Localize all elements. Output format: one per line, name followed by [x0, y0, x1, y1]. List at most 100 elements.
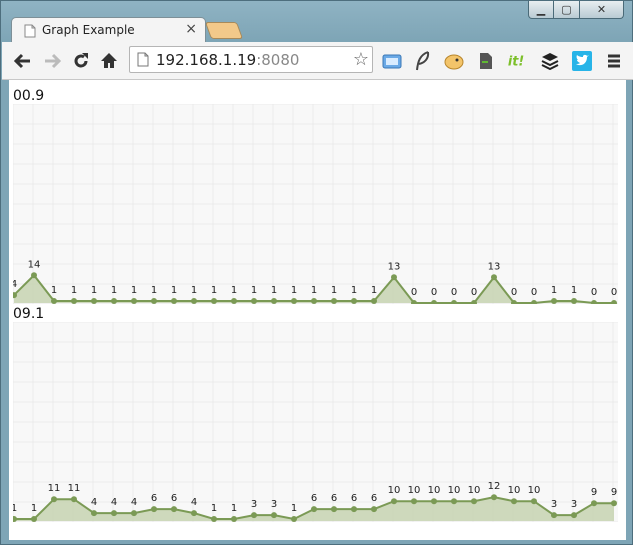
url-port: :8080 [256, 51, 300, 69]
data-label: 1 [111, 285, 117, 296]
data-point [311, 298, 317, 304]
data-label: 0 [451, 287, 457, 298]
data-label: 1 [271, 285, 277, 296]
data-point [471, 498, 477, 505]
feather-icon[interactable] [412, 50, 434, 72]
data-point [191, 510, 197, 517]
data-label: 1 [351, 285, 357, 296]
data-label: 1 [211, 285, 217, 296]
data-point [151, 506, 157, 513]
data-point [331, 506, 337, 513]
reload-icon[interactable] [71, 51, 91, 71]
data-point [191, 298, 197, 304]
data-point [111, 510, 117, 517]
data-label: 10 [388, 485, 401, 496]
data-label: 1 [91, 285, 97, 296]
evernote-icon[interactable] [474, 50, 496, 72]
data-label: 0 [591, 287, 597, 298]
data-point [251, 512, 257, 519]
data-label: 1 [51, 285, 57, 296]
data-label: 1 [291, 503, 297, 514]
data-label: 3 [551, 499, 557, 510]
data-label: 1 [31, 503, 37, 514]
data-point [131, 298, 137, 304]
menu-icon[interactable] [603, 50, 625, 72]
data-point [351, 506, 357, 513]
forward-icon[interactable] [42, 51, 62, 71]
data-point [551, 512, 557, 519]
bookmark-star-icon[interactable]: ☆ [353, 49, 369, 70]
data-label: 1 [551, 285, 557, 296]
data-label: 0 [431, 287, 437, 298]
data-point [171, 506, 177, 513]
graph-title: 09.1 [13, 306, 45, 322]
close-window-button[interactable]: ✕ [580, 1, 624, 19]
data-label: 1 [13, 503, 17, 514]
graph-title: 00.9 [13, 88, 45, 104]
data-label: 1 [151, 285, 157, 296]
puffer-icon[interactable] [443, 50, 465, 72]
data-point [271, 512, 277, 519]
data-label: 6 [371, 493, 377, 504]
data-point [491, 494, 497, 501]
data-point [91, 510, 97, 517]
data-label: 10 [448, 485, 461, 496]
address-bar[interactable]: 192.168.1.19:8080 ☆ [129, 46, 373, 73]
data-label: 1 [231, 503, 237, 514]
tab-close-icon[interactable]: × [185, 21, 197, 37]
area-chart: 1 111 114 4 4 6 6 41 1 3 3 16 6 6 610 10 10 10 10 12 10 103 39… [13, 322, 618, 522]
data-label: 4 [191, 497, 197, 508]
back-icon[interactable] [13, 51, 33, 71]
data-label: 0 [611, 287, 617, 298]
toolbar: 192.168.1.19:8080 ☆ it! [2, 42, 633, 80]
data-point [491, 274, 497, 281]
data-point [91, 298, 97, 304]
scoopit-icon[interactable]: it! [507, 50, 529, 72]
twitter-icon[interactable] [571, 50, 593, 72]
data-point [371, 298, 377, 304]
data-point [131, 510, 137, 517]
data-label: 6 [151, 493, 157, 504]
data-label: 0 [511, 287, 517, 298]
maximize-button[interactable]: ▢ [554, 1, 580, 19]
data-point [51, 496, 57, 503]
tab-graph-example[interactable]: Graph Example × [11, 17, 206, 43]
data-label: 1 [191, 285, 197, 296]
data-point [291, 516, 297, 522]
data-label: 1 [211, 503, 217, 514]
data-point [331, 298, 337, 304]
data-label: 13 [488, 261, 501, 272]
data-point [211, 516, 217, 522]
pocket-icon[interactable] [381, 50, 403, 72]
url-host: 192.168.1.19 [156, 51, 257, 69]
data-label: 6 [331, 493, 337, 504]
minimize-button[interactable]: ▁ [528, 1, 554, 19]
data-label: 1 [571, 285, 577, 296]
data-point [431, 498, 437, 505]
data-point [571, 512, 577, 519]
data-point [231, 298, 237, 304]
data-point [451, 498, 457, 505]
data-label: 1 [311, 285, 317, 296]
data-label: 6 [171, 493, 177, 504]
data-point [211, 298, 217, 304]
data-label: 10 [468, 485, 481, 496]
home-icon[interactable] [99, 51, 119, 71]
data-label: 0 [471, 287, 477, 298]
data-label: 1 [231, 285, 237, 296]
data-label: 3 [251, 499, 257, 510]
data-label: 9 [591, 487, 597, 498]
svg-text:it!: it! [508, 55, 524, 69]
data-point [611, 500, 617, 507]
data-point [51, 298, 57, 304]
data-label: 1 [71, 285, 77, 296]
data-point [391, 274, 397, 281]
data-label: 14 [28, 259, 41, 270]
data-label: 9 [611, 487, 617, 498]
data-label: 1 [371, 285, 377, 296]
data-label: 4 [111, 497, 117, 508]
new-tab-button[interactable] [204, 22, 244, 39]
page-icon [137, 52, 149, 71]
data-label: 0 [411, 287, 417, 298]
buffer-icon[interactable] [539, 50, 561, 72]
